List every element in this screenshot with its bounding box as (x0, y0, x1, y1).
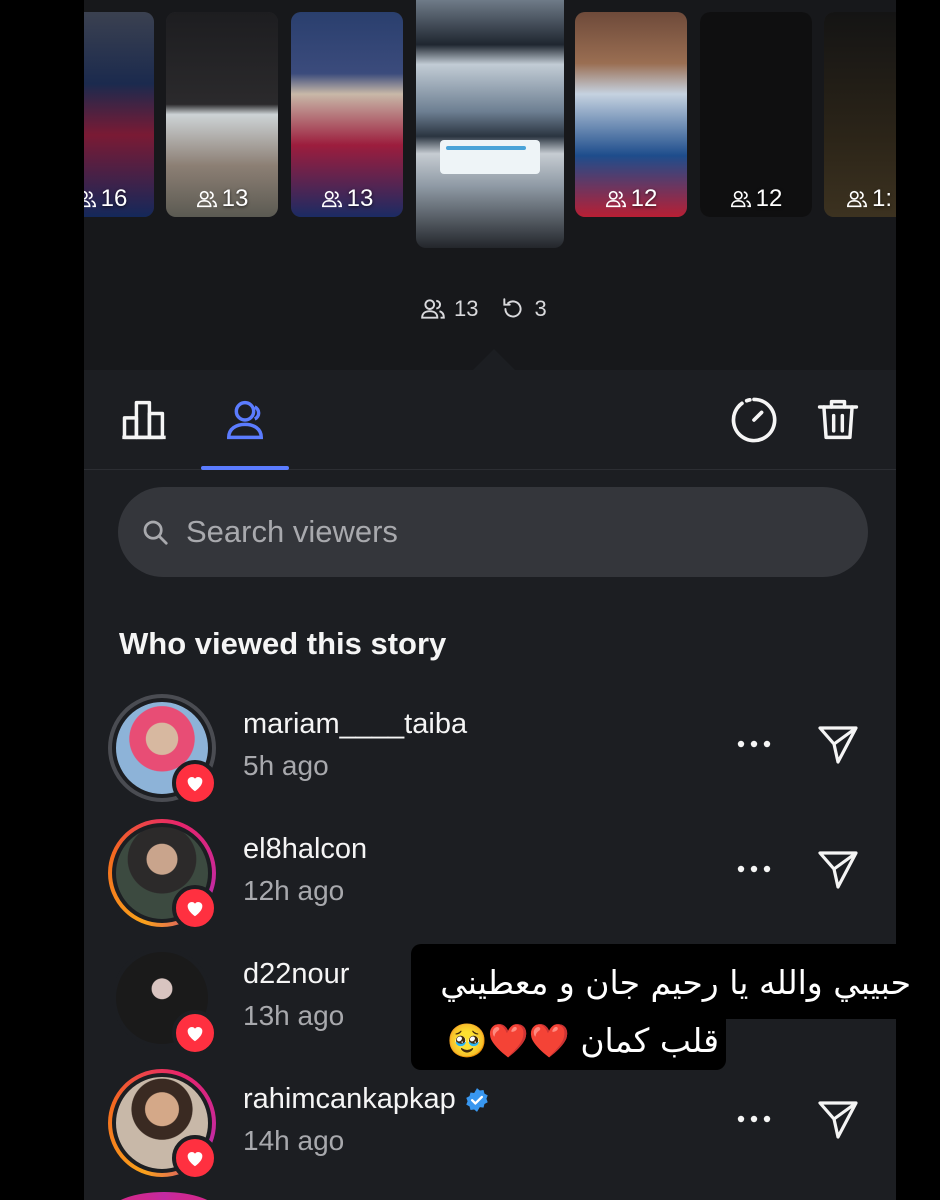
story-stats: 13 3 (420, 296, 547, 322)
paper-plane-icon (818, 851, 858, 889)
story-view-count: 16 (100, 185, 128, 212)
people-icon (227, 400, 263, 440)
more-options-button[interactable] (732, 722, 776, 766)
viewer-time: 13h ago (243, 1000, 345, 1031)
replays-count: 3 (534, 296, 547, 321)
story-view-count: 12 (755, 185, 783, 212)
next-viewer-avatar-peek (110, 1192, 218, 1200)
story-thumbnail[interactable]: 13 (291, 12, 403, 217)
paper-plane-icon (818, 726, 858, 764)
viewer-row[interactable]: el8halcon 12h ago (84, 819, 896, 939)
viewer-row[interactable]: mariam____taiba 5h ago (84, 694, 896, 814)
viewer-time: 5h ago (243, 750, 329, 781)
insights-tab[interactable] (116, 392, 172, 448)
send-message-button[interactable] (812, 718, 864, 770)
trash-icon (817, 399, 859, 440)
viewer-time: 12h ago (243, 875, 345, 906)
replay-icon (503, 298, 522, 318)
delete-button[interactable] (810, 392, 866, 448)
people-icon (84, 190, 96, 208)
story-view-count: 13 (346, 185, 374, 212)
people-icon (730, 190, 751, 208)
story-view-count: 12 (630, 185, 658, 212)
more-options-button[interactable] (732, 847, 776, 891)
like-badge (172, 1010, 218, 1056)
people-icon (846, 190, 867, 208)
search-input[interactable] (186, 514, 746, 550)
heart-icon (187, 1152, 203, 1167)
comment-line-1: حبيبي والله يا رحيم جان و معطيني (440, 963, 911, 1002)
story-thumbnail[interactable]: 12 (700, 12, 812, 217)
viewer-username[interactable]: rahimcankapkap (243, 1083, 490, 1116)
search-bar[interactable] (118, 487, 868, 577)
search-icon (143, 520, 168, 545)
story-thumbnail[interactable]: 1: (824, 12, 896, 217)
comment-line-2: قلب كمان ❤️❤️🥹 (446, 1021, 719, 1060)
viewers-stat: 13 (420, 296, 478, 322)
like-badge (172, 1135, 218, 1181)
like-badge (172, 760, 218, 806)
viewer-row[interactable]: rahimcankapkap 14h ago (84, 1069, 896, 1189)
active-tab-indicator (201, 466, 289, 470)
like-badge (172, 885, 218, 931)
people-icon (196, 190, 217, 208)
selected-story-thumbnail[interactable] (416, 0, 564, 248)
viewers-tab[interactable] (217, 392, 273, 448)
story-thumbnail[interactable]: 16 (84, 12, 154, 217)
viewer-time: 14h ago (243, 1125, 345, 1156)
heart-icon (187, 777, 203, 792)
send-message-button[interactable] (812, 843, 864, 895)
heart-icon (187, 1027, 203, 1042)
people-icon (605, 190, 626, 208)
selection-pointer (472, 349, 516, 371)
viewers-count: 13 (454, 296, 479, 321)
people-icon (421, 299, 445, 319)
dashed-circle-icon (731, 397, 777, 443)
story-thumbnail[interactable]: 13 (166, 12, 278, 217)
story-strip: 16 13 13 12 12 1: 13 3 (84, 0, 896, 370)
replays-stat: 3 (500, 296, 547, 322)
people-icon (321, 190, 342, 208)
paper-plane-icon (818, 1101, 858, 1139)
viewer-username[interactable]: mariam____taiba (243, 708, 467, 741)
story-thumbnail[interactable]: 12 (575, 12, 687, 217)
ellipsis-icon (737, 740, 771, 748)
section-title: Who viewed this story (119, 626, 447, 661)
verified-badge-icon (466, 1087, 488, 1112)
ellipsis-icon (737, 1115, 771, 1123)
send-message-button[interactable] (812, 1093, 864, 1145)
story-view-count: 1: (871, 185, 892, 212)
heart-icon (187, 902, 203, 917)
comment-text: حبيبي والله يا رحيم جان و معطيني قلب كما… (411, 954, 911, 1070)
ellipsis-icon (737, 865, 771, 873)
viewer-toolbar (84, 370, 896, 470)
more-options-button[interactable] (732, 1097, 776, 1141)
story-view-count: 13 (221, 185, 249, 212)
bar-chart-icon (122, 400, 166, 440)
highlight-button[interactable] (726, 392, 782, 448)
viewer-username[interactable]: el8halcon (243, 833, 367, 866)
viewer-username[interactable]: d22nour (243, 958, 349, 991)
